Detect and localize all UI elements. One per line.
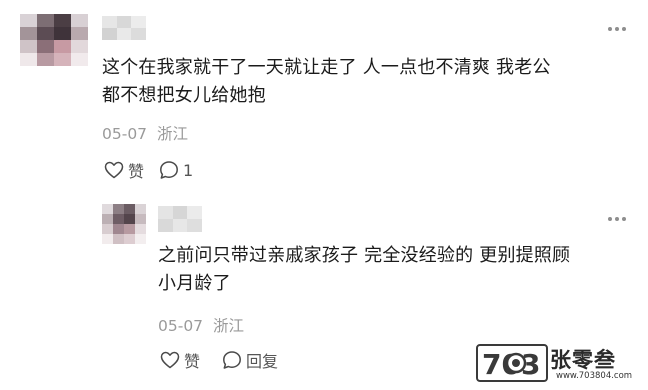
heart-icon (160, 351, 180, 369)
reply-label: 回复 (246, 352, 279, 371)
comment-meta: 05-07 浙江 (102, 122, 188, 144)
comment-icon (222, 350, 242, 370)
like-label: 赞 (184, 352, 201, 371)
watermark: 703 张零叁 www.703804.com (476, 342, 646, 384)
like-label: 赞 (128, 162, 145, 181)
comment-text-line: 小月龄了 (158, 273, 231, 294)
more-icon[interactable] (608, 216, 626, 222)
avatar[interactable] (20, 14, 88, 66)
watermark-url: www.703804.com (556, 371, 633, 381)
comment-actions: 赞 回复 (160, 348, 278, 372)
comment-date: 05-07 (158, 317, 204, 335)
comment-text: 这个在我家就干了一天就让走了 人一点也不清爽 我老公 都不想把女儿给她抱 (102, 54, 551, 110)
comment-text: 之前问只带过亲戚家孩子 完全没经验的 更别提照顾 小月龄了 (158, 242, 570, 298)
watermark-logo-icon: 703 (476, 344, 548, 382)
avatar[interactable] (102, 204, 146, 244)
heart-icon (104, 161, 124, 179)
more-icon[interactable] (608, 26, 626, 32)
comment-date: 05-07 (102, 125, 148, 143)
comment-meta: 05-07 浙江 (158, 314, 244, 336)
reply-button[interactable]: 回复 (222, 348, 278, 372)
username-blurred[interactable] (158, 206, 202, 232)
comment-actions: 赞 1 (104, 158, 193, 182)
reply-button[interactable]: 1 (159, 160, 193, 180)
reply-count: 1 (183, 160, 194, 180)
username-blurred[interactable] (102, 16, 146, 40)
comment-text-line: 这个在我家就干了一天就让走了 人一点也不清爽 我老公 (102, 57, 551, 78)
comment-icon (159, 160, 179, 180)
comment-location: 浙江 (157, 125, 189, 143)
watermark-brand: 张零叁 (550, 348, 616, 372)
comment-text-line: 都不想把女儿给她抱 (102, 85, 266, 106)
comment-text-line: 之前问只带过亲戚家孩子 完全没经验的 更别提照顾 (158, 245, 571, 266)
comment-location: 浙江 (213, 317, 245, 335)
like-button[interactable]: 赞 (160, 348, 200, 372)
like-button[interactable]: 赞 (104, 158, 144, 182)
